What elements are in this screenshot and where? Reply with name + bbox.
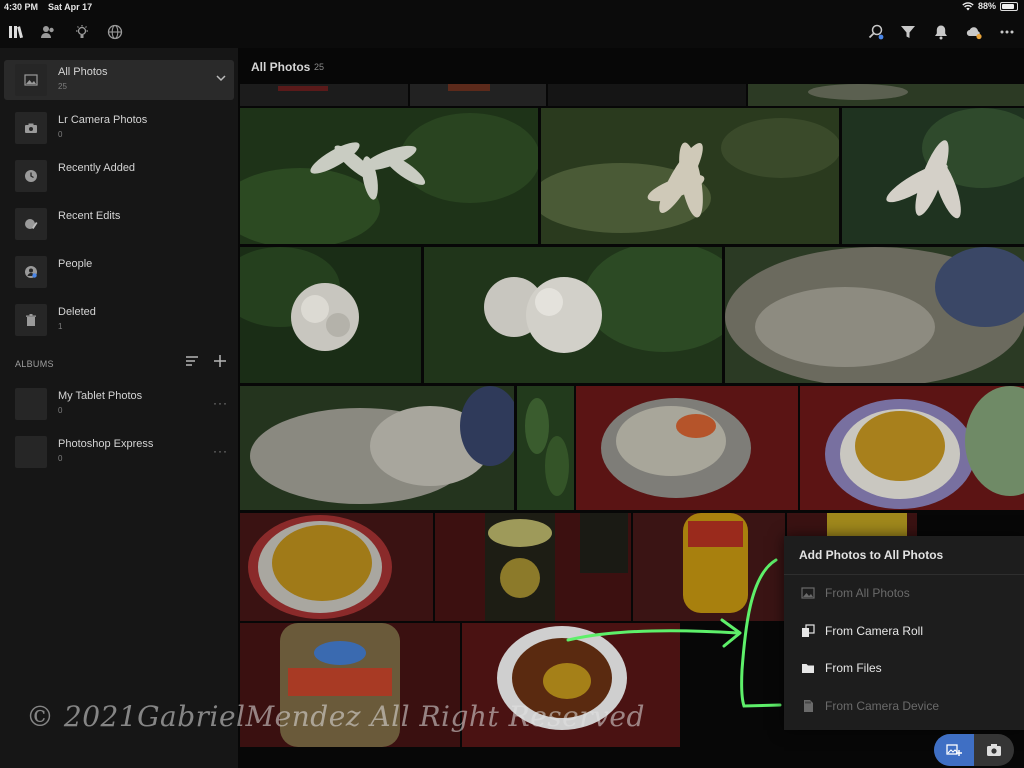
search-people-icon[interactable] xyxy=(866,22,886,42)
sidebar-item-recently-added[interactable]: Recently Added xyxy=(4,156,234,196)
photo-thumbnail[interactable] xyxy=(424,247,722,383)
people-tab-icon[interactable] xyxy=(38,22,58,42)
albums-header: ALBUMS xyxy=(15,359,54,369)
sidebar-item-count: 1 xyxy=(58,322,63,331)
photo-thumbnail[interactable] xyxy=(548,84,746,106)
camera-button[interactable] xyxy=(974,734,1014,766)
album-my-tablet-photos[interactable]: My Tablet Photos 0 ··· xyxy=(4,384,234,424)
album-thumbnail xyxy=(15,436,47,468)
album-count: 0 xyxy=(58,406,63,415)
album-photoshop-express[interactable]: Photoshop Express 0 ··· xyxy=(4,432,234,472)
photo-thumbnail[interactable] xyxy=(541,108,839,244)
photo-thumbnail[interactable] xyxy=(748,84,1024,106)
more-options-icon[interactable] xyxy=(997,22,1017,42)
status-bar: 4:30 PM Sat Apr 17 88% xyxy=(0,0,1024,14)
menu-item-label: From Camera Roll xyxy=(825,624,924,638)
sidebar-item-count: 0 xyxy=(58,130,63,139)
image-icon xyxy=(801,587,815,599)
camera-icon xyxy=(15,112,47,144)
camera-roll-icon xyxy=(802,624,815,637)
photo-thumbnail[interactable] xyxy=(842,108,1024,244)
top-toolbar xyxy=(0,14,1024,50)
page-title: All Photos xyxy=(251,60,311,74)
photo-thumbnail[interactable] xyxy=(725,247,1024,383)
sidebar-item-label: Deleted xyxy=(58,306,96,318)
album-thumbnail xyxy=(15,388,47,420)
sidebar-item-label: People xyxy=(58,258,93,270)
add-photos-button[interactable] xyxy=(934,734,974,766)
photo-thumbnail[interactable] xyxy=(517,386,574,510)
learn-bulb-icon[interactable] xyxy=(72,22,92,42)
photo-thumbnail[interactable] xyxy=(240,513,433,621)
photo-thumbnail[interactable] xyxy=(576,386,798,510)
menu-item-label: From Camera Device xyxy=(825,699,940,713)
album-label: Photoshop Express xyxy=(58,438,154,450)
bell-icon[interactable] xyxy=(931,22,951,42)
sidebar-item-label: All Photos xyxy=(58,66,108,78)
menu-item-from-files[interactable]: From Files xyxy=(784,651,1024,685)
menu-item-from-camera-roll[interactable]: From Camera Roll xyxy=(784,614,1024,648)
menu-item-label: From All Photos xyxy=(825,586,910,600)
sidebar-item-label: Recent Edits xyxy=(58,210,121,222)
battery-percent: 88% xyxy=(977,1,996,11)
sd-card-icon xyxy=(804,700,813,712)
sidebar-item-count: 25 xyxy=(58,82,67,91)
camera-icon xyxy=(987,744,1001,756)
sidebar: All Photos 25 Lr Camera Photos 0 Recentl… xyxy=(0,48,238,768)
sort-icon[interactable] xyxy=(185,354,199,368)
add-photos-fab xyxy=(934,734,1014,766)
more-icon[interactable]: ··· xyxy=(213,396,228,410)
battery-icon xyxy=(1000,1,1018,11)
sidebar-item-label: Lr Camera Photos xyxy=(58,114,148,126)
people-icon xyxy=(15,256,47,288)
sidebar-item-deleted[interactable]: Deleted 1 xyxy=(4,300,234,340)
photo-thumbnail[interactable] xyxy=(435,513,631,621)
sidebar-item-label: Recently Added xyxy=(58,162,136,174)
photo-thumbnail[interactable] xyxy=(410,84,546,106)
photo-thumbnail[interactable] xyxy=(240,247,421,383)
wifi-icon xyxy=(962,1,974,10)
watermark-text: © 2021GabrielMendez All Right Reserved xyxy=(26,700,645,733)
status-right: 88% xyxy=(962,1,1018,11)
library-icon[interactable] xyxy=(6,22,26,50)
globe-icon[interactable] xyxy=(105,22,125,42)
photo-thumbnail[interactable] xyxy=(800,386,1024,510)
album-label: My Tablet Photos xyxy=(58,390,143,402)
status-date: Sat Apr 17 xyxy=(48,2,93,12)
sidebar-item-all-photos[interactable]: All Photos 25 xyxy=(4,60,234,100)
edit-icon xyxy=(15,208,47,240)
photo-thumbnail[interactable] xyxy=(240,108,538,244)
add-photo-icon xyxy=(946,744,962,756)
chevron-down-icon[interactable] xyxy=(216,73,226,83)
add-album-icon[interactable] xyxy=(213,354,227,368)
sidebar-item-recent-edits[interactable]: Recent Edits xyxy=(4,204,234,244)
sidebar-item-lr-camera-photos[interactable]: Lr Camera Photos 0 xyxy=(4,108,234,148)
filter-icon[interactable] xyxy=(898,22,918,42)
albums-actions xyxy=(185,354,227,368)
clock-icon xyxy=(15,160,47,192)
menu-title: Add Photos to All Photos xyxy=(799,548,944,562)
sidebar-item-people[interactable]: People xyxy=(4,252,234,292)
photo-thumbnail[interactable] xyxy=(633,513,785,621)
menu-item-from-all-photos[interactable]: From All Photos xyxy=(784,576,1024,610)
menu-item-from-camera-device[interactable]: From Camera Device xyxy=(784,689,1024,723)
menu-item-label: From Files xyxy=(825,661,882,675)
folder-icon xyxy=(802,664,814,673)
trash-icon xyxy=(15,304,47,336)
add-photos-menu: Add Photos to All Photos From All Photos… xyxy=(784,536,1024,730)
photo-thumbnail[interactable] xyxy=(240,84,408,106)
menu-divider xyxy=(784,574,1024,575)
photo-thumbnail[interactable] xyxy=(240,386,514,510)
status-time: 4:30 PM xyxy=(4,2,39,12)
album-count: 0 xyxy=(58,454,63,463)
cloud-sync-icon[interactable] xyxy=(964,22,984,42)
more-icon[interactable]: ··· xyxy=(213,444,228,458)
photos-icon xyxy=(15,64,47,96)
photo-count: 25 xyxy=(314,62,325,72)
